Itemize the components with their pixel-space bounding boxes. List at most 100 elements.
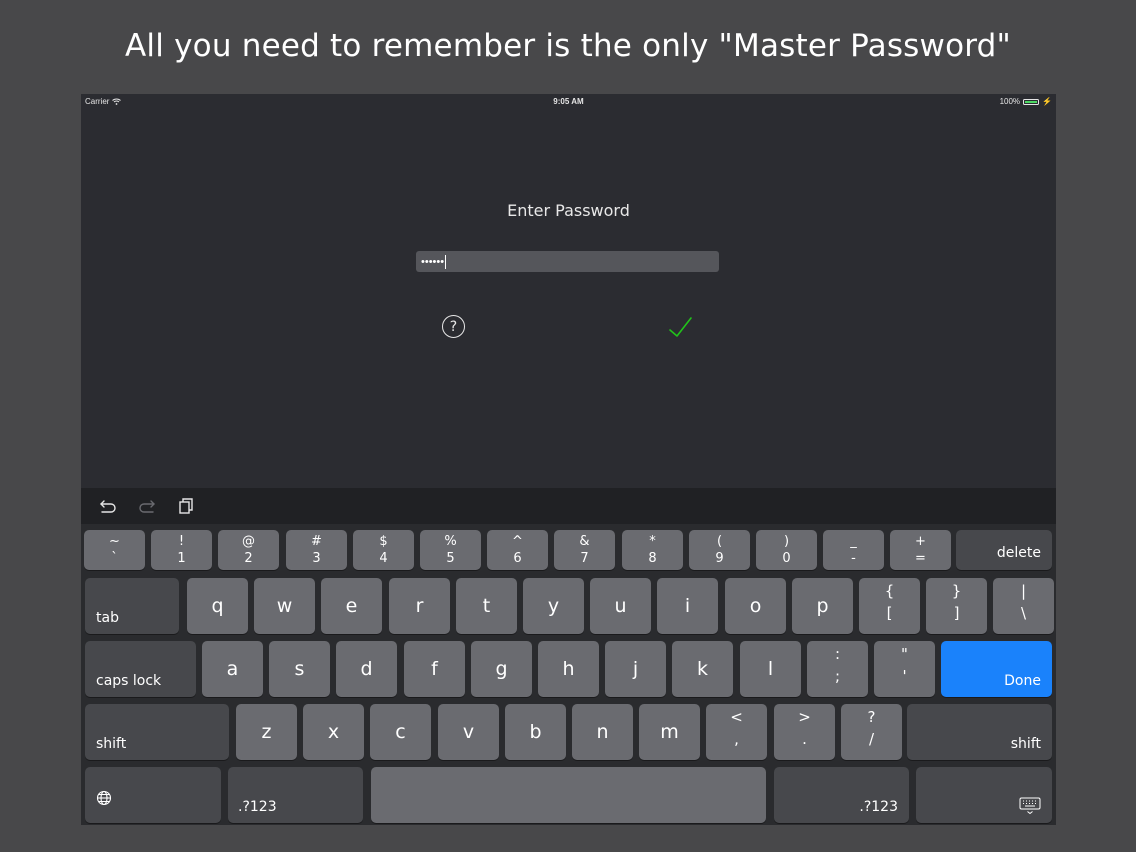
letter-key-label: h (562, 658, 575, 680)
symbol-key[interactable]: " ' (874, 641, 935, 697)
letter-key[interactable]: z (236, 704, 297, 760)
symbol-key[interactable]: {[ (859, 578, 920, 634)
letter-key[interactable]: r (389, 578, 450, 634)
text-cursor (445, 254, 447, 269)
number-key[interactable]: * 8 (622, 530, 683, 570)
letter-key[interactable]: d (336, 641, 397, 697)
letter-key[interactable]: k (672, 641, 733, 697)
done-key-label: Done (1004, 673, 1041, 689)
number-key[interactable]: % 5 (420, 530, 481, 570)
letter-key[interactable]: f (404, 641, 465, 697)
symbol-key-base-label: ; (834, 667, 841, 685)
letter-key-label: o (749, 595, 762, 617)
numbers-key-right[interactable]: .?123 (774, 767, 909, 823)
symbol-key-shift-label: : (834, 645, 841, 663)
symbol-key-shift-label: > (798, 708, 811, 726)
password-input[interactable]: •••••• (416, 251, 719, 272)
symbol-key[interactable]: | \ (993, 578, 1054, 634)
symbol-key-base-label: , (734, 730, 739, 748)
letter-key[interactable]: m (639, 704, 700, 760)
letter-key[interactable]: b (505, 704, 566, 760)
keyboard-dismiss-icon (1019, 797, 1041, 815)
letter-key[interactable]: x (303, 704, 364, 760)
globe-key[interactable] (85, 767, 221, 823)
symbol-key[interactable]: <, (706, 704, 767, 760)
symbol-key-base-label: / (868, 730, 875, 748)
letter-key[interactable]: o (725, 578, 786, 634)
symbol-key[interactable]: :; (807, 641, 868, 697)
number-key-shift-label: % (444, 534, 457, 549)
letter-key[interactable]: v (438, 704, 499, 760)
letter-key[interactable]: e (321, 578, 382, 634)
page-title: Enter Password (507, 201, 630, 220)
number-key[interactable]: ~ ` (84, 530, 145, 570)
letter-key[interactable]: q (187, 578, 248, 634)
number-key-base-label: 4 (379, 551, 388, 566)
letter-key-label: b (529, 721, 542, 743)
letter-key[interactable]: a (202, 641, 263, 697)
letter-key[interactable]: n (572, 704, 633, 760)
number-key-shift-label: # (311, 534, 322, 549)
number-key[interactable]: (9 (689, 530, 750, 570)
number-key[interactable]: ^ 6 (487, 530, 548, 570)
number-key[interactable]: ) 0 (756, 530, 817, 570)
status-time: 9:05 AM (553, 97, 584, 106)
number-key-shift-label: + (915, 534, 926, 549)
letter-key[interactable]: i (657, 578, 718, 634)
number-key-shift-label: $ (379, 534, 388, 549)
letter-key[interactable]: u (590, 578, 651, 634)
delete-key[interactable]: delete (956, 530, 1052, 570)
checkmark-icon[interactable] (668, 314, 694, 340)
help-button[interactable]: ? (442, 315, 465, 338)
letter-key-label: v (462, 721, 475, 743)
letter-key[interactable]: l (740, 641, 801, 697)
symbol-key[interactable]: >. (774, 704, 835, 760)
letter-key[interactable]: y (523, 578, 584, 634)
symbol-key[interactable]: ? / (841, 704, 902, 760)
symbol-key[interactable]: }] (926, 578, 987, 634)
symbol-key-base-label: [ (886, 604, 893, 622)
letter-key[interactable]: c (370, 704, 431, 760)
letter-key-label: l (767, 658, 774, 680)
battery-percent: 100% (999, 97, 1021, 106)
symbol-key-shift-label: | (1020, 582, 1027, 600)
letter-key-label: r (415, 595, 424, 617)
number-key[interactable]: $4 (353, 530, 414, 570)
symbol-key-shift-label: ? (867, 708, 876, 726)
caps-lock-key[interactable]: caps lock (85, 641, 196, 697)
tab-key[interactable]: tab (85, 578, 179, 634)
undo-icon[interactable] (98, 496, 118, 516)
done-key[interactable]: Done (941, 641, 1052, 697)
letter-key[interactable]: w (254, 578, 315, 634)
number-key[interactable]: _ - (823, 530, 884, 570)
number-key[interactable]: ! 1 (151, 530, 212, 570)
letter-key[interactable]: s (269, 641, 330, 697)
number-key-shift-label: ^ (512, 534, 523, 549)
letter-key[interactable]: t (456, 578, 517, 634)
number-key[interactable]: @2 (218, 530, 279, 570)
number-key-base-label: ` (111, 551, 118, 566)
numbers-key-left[interactable]: .?123 (228, 767, 363, 823)
letter-key-label: n (596, 721, 609, 743)
letter-key-label: i (684, 595, 691, 617)
dismiss-keyboard-key[interactable] (916, 767, 1052, 823)
letter-key[interactable]: j (605, 641, 666, 697)
letter-key[interactable]: h (538, 641, 599, 697)
number-key[interactable]: + = (890, 530, 951, 570)
right-shift-key[interactable]: shift (907, 704, 1052, 760)
paste-icon[interactable] (176, 496, 196, 516)
left-shift-key[interactable]: shift (85, 704, 229, 760)
password-mask: •••••• (421, 255, 445, 268)
redo-icon[interactable] (137, 496, 157, 516)
space-bar[interactable] (371, 767, 766, 823)
letter-key[interactable]: g (471, 641, 532, 697)
number-key-shift-label: * (649, 534, 656, 549)
letter-key[interactable]: p (792, 578, 853, 634)
number-key-base-label: 7 (580, 551, 589, 566)
number-key[interactable]: #3 (286, 530, 347, 570)
symbol-key-base-label: \ (1020, 604, 1027, 622)
status-bar: Carrier 9:05 AM 100% ⚡ (81, 94, 1056, 108)
numbers-key-right-label: .?123 (859, 799, 898, 815)
number-key-base-label: 6 (513, 551, 522, 566)
number-key[interactable]: & 7 (554, 530, 615, 570)
